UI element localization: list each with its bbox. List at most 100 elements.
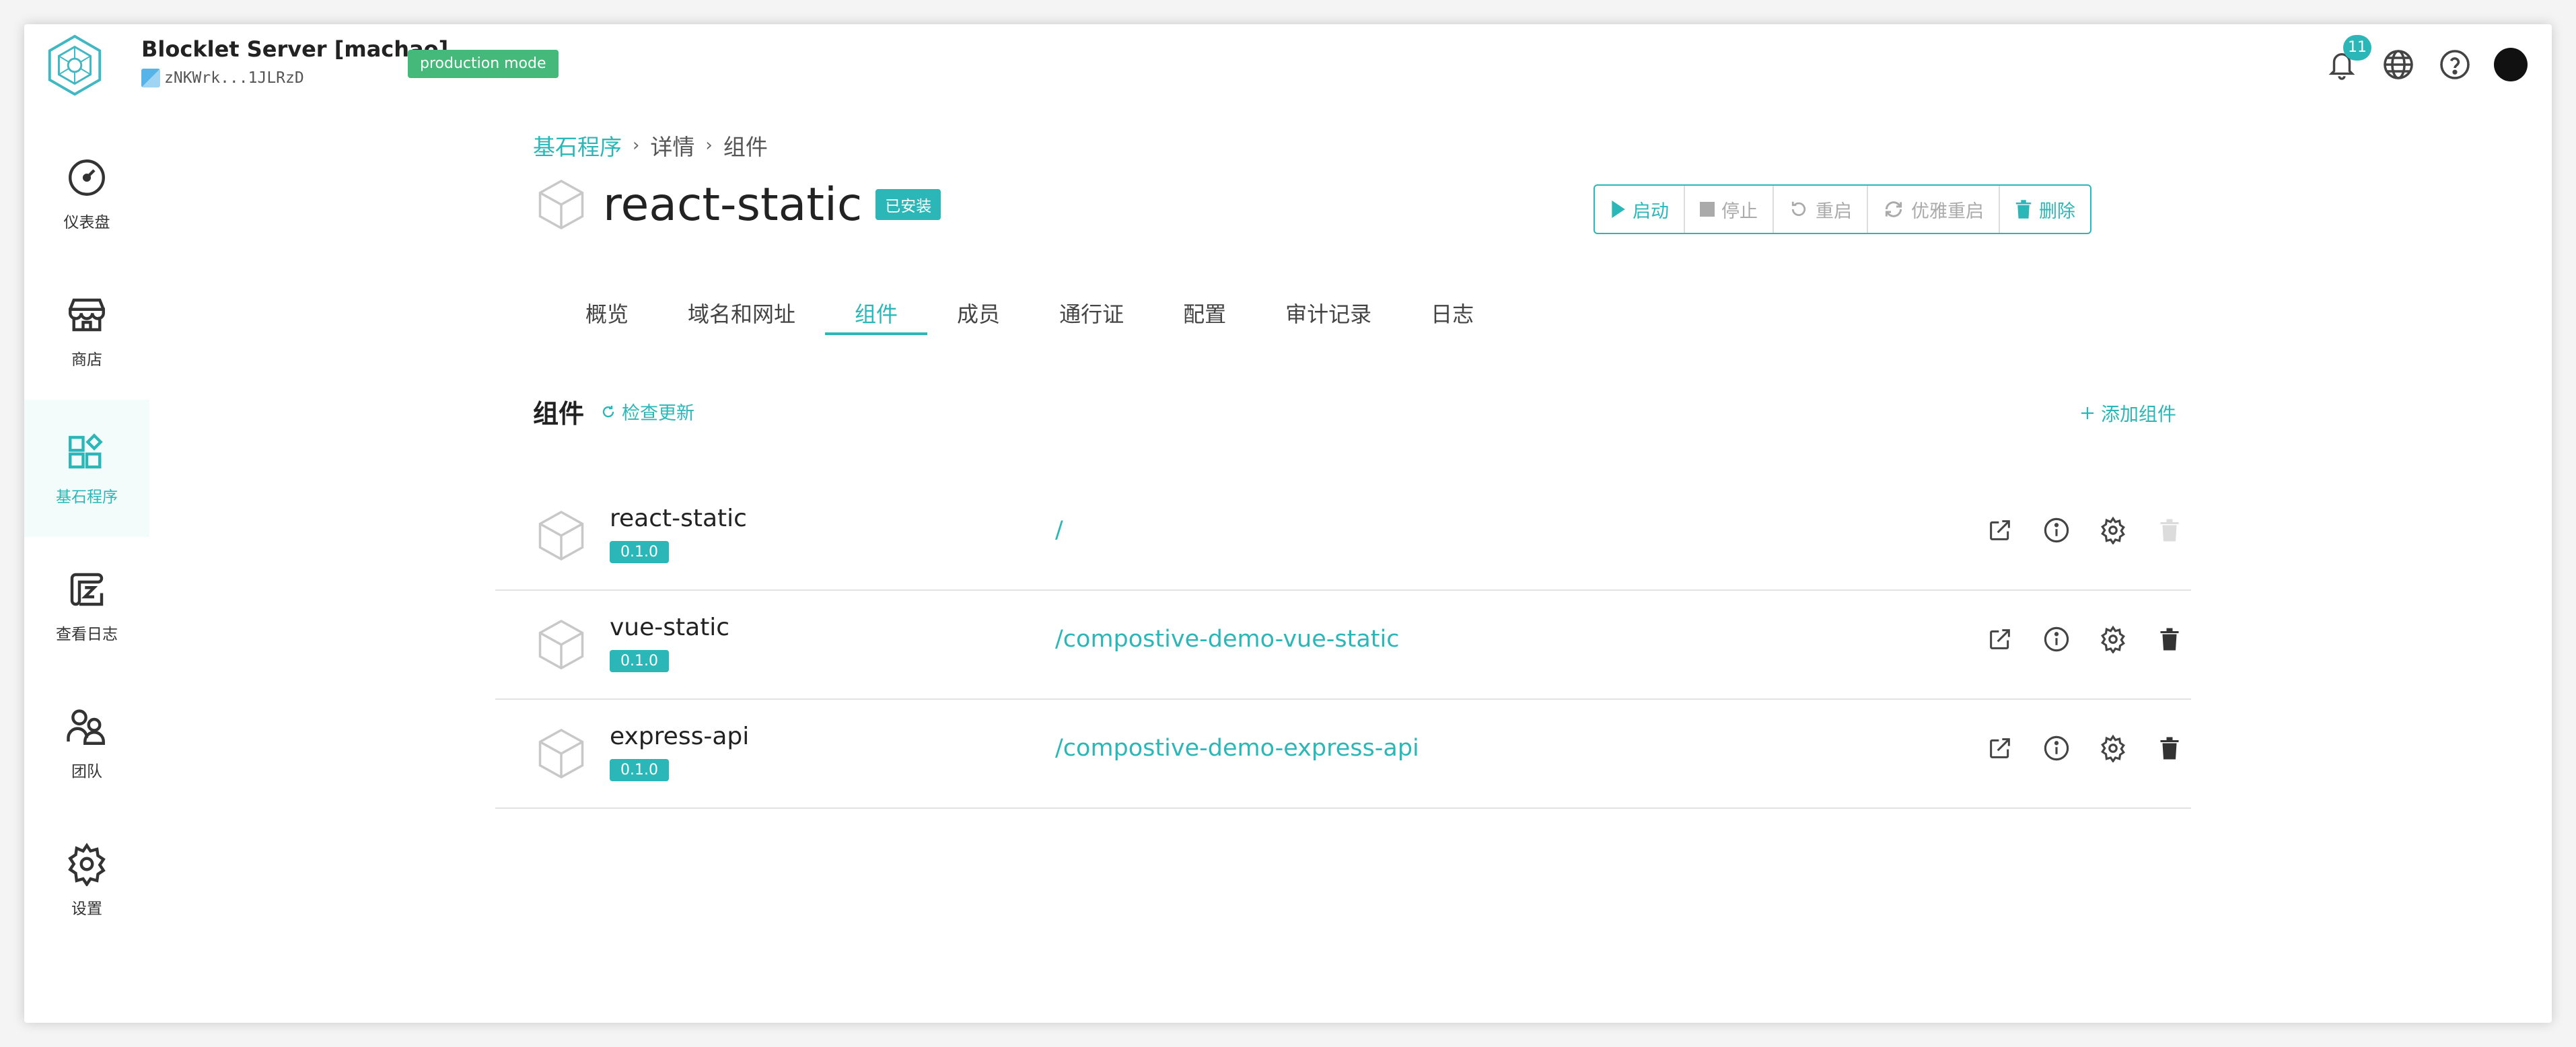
start-button[interactable]: 启动 bbox=[1595, 186, 1685, 233]
component-name: react-static bbox=[610, 505, 747, 532]
open-external-icon[interactable] bbox=[1982, 731, 2017, 766]
tab-bar: 概览 域名和网址 组件 成员 通行证 配置 审计记录 日志 bbox=[552, 293, 1503, 354]
sidebar: 仪表盘 商店 基石程序 查看日志 团队 设置 bbox=[24, 125, 149, 1023]
tab-logs[interactable]: 日志 bbox=[1401, 293, 1503, 354]
package-icon bbox=[538, 179, 584, 230]
trash-icon[interactable] bbox=[2152, 731, 2187, 766]
sidebar-item-settings[interactable]: 设置 bbox=[24, 811, 149, 949]
tab-audit-logs[interactable]: 审计记录 bbox=[1256, 293, 1401, 354]
row-actions bbox=[1982, 622, 2187, 657]
tab-config[interactable]: 配置 bbox=[1153, 293, 1256, 354]
team-icon bbox=[67, 709, 105, 745]
stop-icon bbox=[1700, 202, 1715, 217]
component-path-link[interactable]: /compostive-demo-express-api bbox=[1055, 735, 1419, 762]
breadcrumb-separator: › bbox=[633, 135, 640, 155]
version-badge: 0.1.0 bbox=[610, 759, 669, 781]
sidebar-item-label: 团队 bbox=[71, 763, 102, 781]
notification-count-badge: 11 bbox=[2343, 35, 2371, 61]
did-avatar-icon bbox=[141, 69, 160, 87]
restart-button[interactable]: 重启 bbox=[1774, 186, 1868, 233]
server-title: Blocklet Server [machao] bbox=[141, 36, 449, 62]
check-update-label: 检查更新 bbox=[622, 403, 695, 424]
graceful-restart-icon bbox=[1885, 201, 1902, 217]
restart-icon bbox=[1791, 201, 1806, 216]
top-header: Blocklet Server [machao] zNKWrk...1JLRzD… bbox=[24, 24, 2552, 125]
row-actions bbox=[1982, 731, 2187, 766]
version-badge: 0.1.0 bbox=[610, 541, 669, 563]
restart-button-label: 重启 bbox=[1816, 201, 1852, 222]
sidebar-item-label: 设置 bbox=[71, 900, 102, 918]
trash-icon[interactable] bbox=[2152, 622, 2187, 657]
list-item: express-api 0.1.0 /compostive-demo-expre… bbox=[495, 700, 2191, 809]
globe-icon[interactable] bbox=[2381, 47, 2416, 82]
breadcrumb: 基石程序 › 详情 › 组件 bbox=[533, 129, 768, 161]
sidebar-item-label: 商店 bbox=[71, 351, 102, 369]
breadcrumb-blocklets-link[interactable]: 基石程序 bbox=[533, 129, 622, 161]
components-section-header: 组件 检查更新 bbox=[533, 393, 694, 430]
breadcrumb-separator: › bbox=[705, 135, 713, 155]
store-icon bbox=[69, 298, 105, 332]
add-component-label: 添加组件 bbox=[2101, 403, 2177, 425]
sidebar-item-label: 仪表盘 bbox=[63, 214, 110, 231]
help-icon[interactable] bbox=[2437, 47, 2472, 82]
trash-icon[interactable] bbox=[2152, 513, 2187, 548]
components-list: react-static 0.1.0 / vue-static 0.1.0 /c… bbox=[495, 482, 2191, 809]
page-title: react-static bbox=[603, 178, 863, 231]
mode-badge: production mode bbox=[408, 50, 559, 78]
open-external-icon[interactable] bbox=[1982, 513, 2017, 548]
package-icon bbox=[538, 510, 584, 561]
sidebar-item-team[interactable]: 团队 bbox=[24, 674, 149, 811]
start-button-label: 启动 bbox=[1633, 201, 1669, 222]
add-component-button[interactable]: 添加组件 bbox=[2079, 400, 2176, 427]
play-icon bbox=[1612, 201, 1625, 218]
component-path-link[interactable]: /compostive-demo-vue-static bbox=[1055, 626, 1399, 653]
section-title: 组件 bbox=[533, 399, 585, 429]
status-badge: 已安装 bbox=[875, 189, 941, 220]
tab-components[interactable]: 组件 bbox=[825, 293, 928, 354]
list-item: react-static 0.1.0 / bbox=[495, 482, 2191, 591]
gear-icon[interactable] bbox=[2096, 731, 2131, 766]
breadcrumb-components: 组件 bbox=[723, 134, 768, 160]
component-name: express-api bbox=[610, 723, 750, 750]
sidebar-item-store[interactable]: 商店 bbox=[24, 262, 149, 400]
dashboard-icon bbox=[69, 159, 105, 196]
avatar[interactable] bbox=[2494, 48, 2528, 81]
refresh-icon bbox=[602, 405, 614, 417]
sidebar-item-dashboard[interactable]: 仪表盘 bbox=[24, 125, 149, 262]
breadcrumb-details[interactable]: 详情 bbox=[650, 129, 694, 161]
graceful-restart-button[interactable]: 优雅重启 bbox=[1868, 186, 2000, 233]
sidebar-item-logs[interactable]: 查看日志 bbox=[24, 537, 149, 674]
info-icon[interactable] bbox=[2039, 731, 2074, 766]
package-icon bbox=[538, 728, 584, 779]
bell-icon[interactable]: 11 bbox=[2324, 35, 2371, 82]
blocklet-actions: 启动 停止 重启 优雅重启 删除 bbox=[1594, 184, 2091, 234]
tab-domains[interactable]: 域名和网址 bbox=[658, 293, 825, 354]
graceful-restart-button-label: 优雅重启 bbox=[1911, 201, 1984, 222]
open-external-icon[interactable] bbox=[1982, 622, 2017, 657]
sidebar-item-blocklets[interactable]: 基石程序 bbox=[24, 400, 149, 537]
gear-icon[interactable] bbox=[2096, 622, 2131, 657]
stop-button[interactable]: 停止 bbox=[1685, 186, 1774, 233]
info-icon[interactable] bbox=[2039, 622, 2074, 657]
blocklet-logo-icon[interactable] bbox=[42, 32, 108, 98]
list-item: vue-static 0.1.0 /compostive-demo-vue-st… bbox=[495, 591, 2191, 700]
tab-members[interactable]: 成员 bbox=[927, 293, 1030, 354]
component-path-link[interactable]: / bbox=[1055, 517, 1063, 544]
stop-button-label: 停止 bbox=[1721, 201, 1758, 222]
delete-button[interactable]: 删除 bbox=[2000, 186, 2090, 233]
tab-overview[interactable]: 概览 bbox=[552, 293, 658, 354]
page-title-row: react-static 已安装 bbox=[533, 176, 941, 233]
version-badge: 0.1.0 bbox=[610, 650, 669, 672]
row-actions bbox=[1982, 513, 2187, 548]
did-text: zNKWrk...1JLRzD bbox=[164, 69, 304, 87]
tab-passports[interactable]: 通行证 bbox=[1030, 293, 1153, 354]
check-update-link[interactable]: 检查更新 bbox=[600, 398, 694, 425]
delete-button-label: 删除 bbox=[2039, 201, 2075, 222]
sidebar-item-label: 基石程序 bbox=[56, 489, 118, 506]
sidebar-item-label: 查看日志 bbox=[56, 626, 118, 643]
server-did[interactable]: zNKWrk...1JLRzD bbox=[141, 69, 304, 87]
header-actions: 11 bbox=[2324, 35, 2528, 82]
plus-icon bbox=[2081, 407, 2094, 419]
info-icon[interactable] bbox=[2039, 513, 2074, 548]
gear-icon[interactable] bbox=[2096, 513, 2131, 548]
